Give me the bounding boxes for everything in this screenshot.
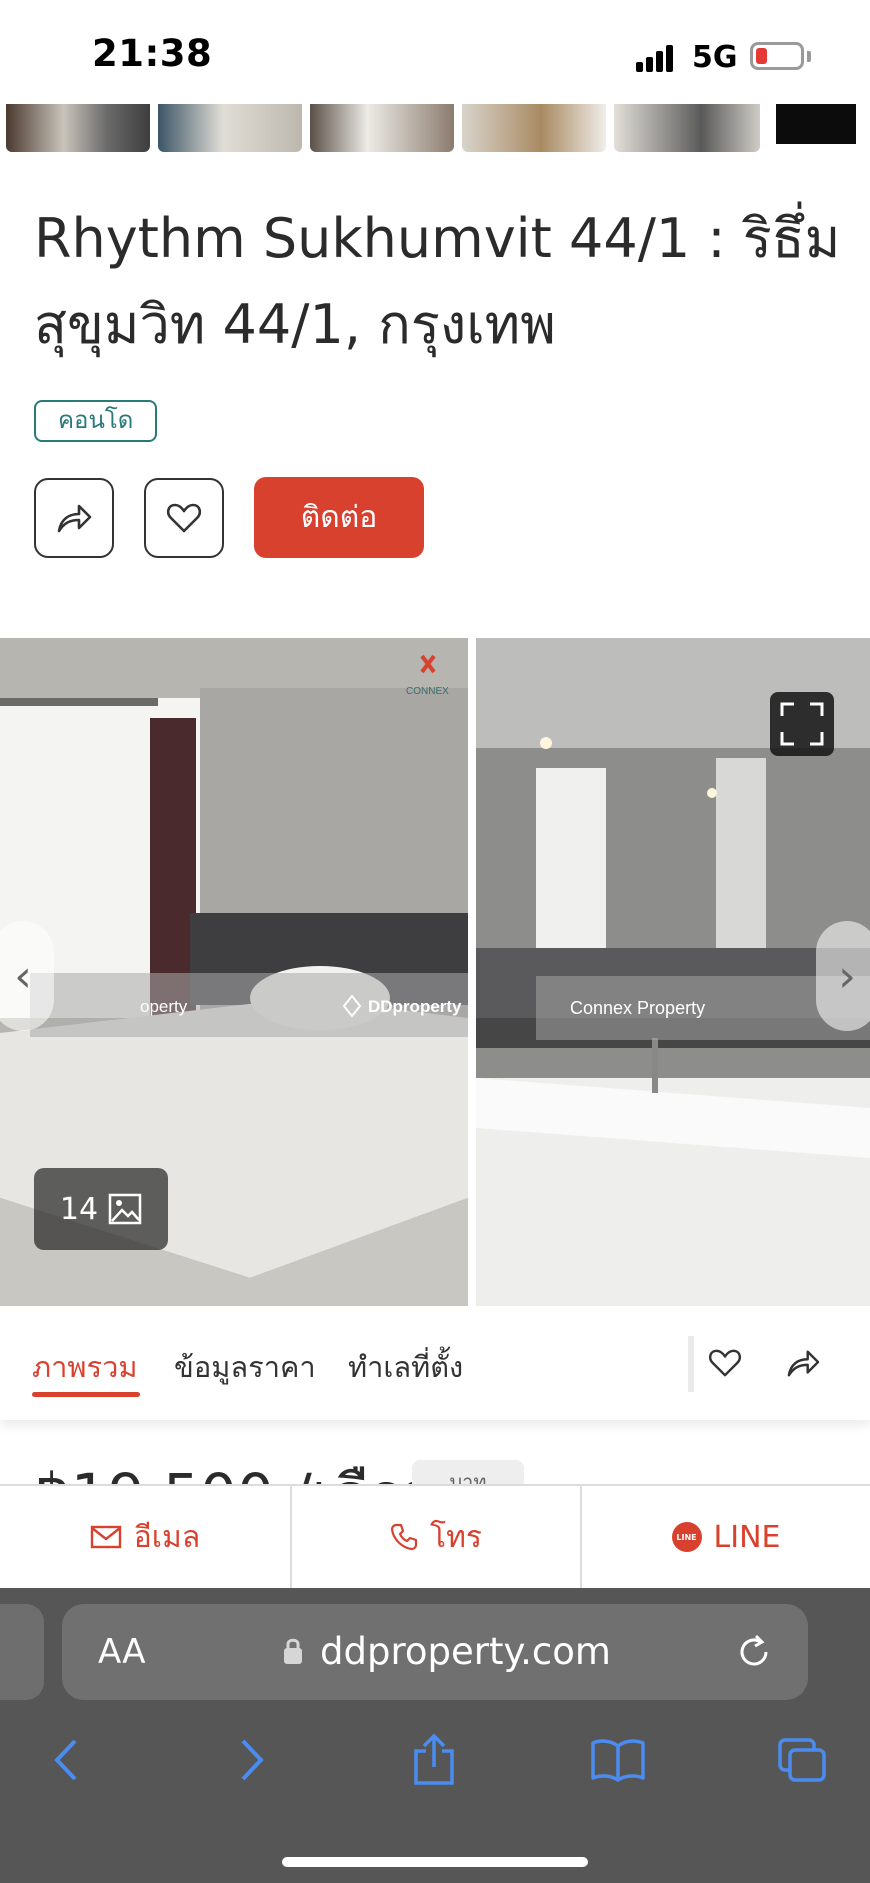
expand-icon [780,702,824,746]
photo-count: 14 [59,1191,99,1227]
home-indicator [282,1857,588,1867]
call-button[interactable]: โทร [292,1486,580,1588]
watermark-connex: Connex Property [570,998,705,1018]
share-sheet-icon [414,1733,454,1785]
heart-icon [166,503,202,533]
tab-location[interactable]: ทำเลที่ตั้ง [348,1344,463,1390]
forward-button[interactable] [222,1730,282,1790]
share-page-button[interactable] [404,1730,464,1790]
signal-icon [636,44,680,72]
favorite-button[interactable] [144,478,224,558]
browser-chrome: AA ddproperty.com [0,1588,870,1883]
price: ฿19,500 /เดือน [34,1448,444,1488]
line-label: LINE [713,1519,781,1555]
thumbnail-strip[interactable] [0,104,870,154]
thumbnail[interactable] [6,104,150,152]
listing-title: Rhythm Sukhumvit 44/1 : ริธึ่ม สุขุมวิท … [34,207,841,356]
lock-icon [284,1638,302,1664]
chevron-right-icon: › [838,950,856,1002]
phone-icon [390,1523,418,1551]
tabs-button[interactable] [772,1730,832,1790]
network-type: 5G [692,40,738,75]
share-button[interactable] [34,478,114,558]
thumbnail[interactable] [776,104,856,144]
tab-divider [688,1336,694,1392]
battery-icon [750,42,804,70]
bedroom-photo[interactable]: operty DDproperty CONNEX 14 [0,638,468,1306]
tab-overview[interactable]: ภาพรวม [32,1344,138,1390]
gallery-icon [108,1193,142,1225]
line-button[interactable]: LINE LINE [582,1486,870,1588]
chevron-left-icon [54,1739,77,1781]
share-icon [57,504,92,533]
call-label: โทร [429,1519,482,1555]
reader-settings-button[interactable]: AA [98,1632,145,1672]
gallery-next-button[interactable]: › [816,921,870,1031]
url-text: ddproperty.com [320,1630,611,1673]
back-button[interactable] [36,1730,96,1790]
thumbnail[interactable] [462,104,606,152]
tab-share-button[interactable] [778,1338,828,1388]
battery-tip [807,51,811,62]
previous-tab-preview[interactable] [0,1604,44,1700]
contact-action-bar: อีเมล โทร LINE LINE [0,1484,870,1588]
section-tabs: ภาพรวม ข้อมูลราคา ทำเลที่ตั้ง [0,1306,870,1420]
heart-icon [709,1349,741,1377]
property-type-badge: คอนโด [34,400,158,442]
thumbnail[interactable] [614,104,760,152]
chevron-right-icon [241,1739,264,1781]
thumbnail[interactable] [158,104,302,152]
watermark-ddproperty: DDproperty [368,997,462,1016]
status-bar: 21:38 5G [0,0,870,104]
watermark-connex-logo: CONNEX [406,686,449,697]
email-button[interactable]: อีเมล [0,1486,290,1588]
active-tab-indicator [32,1392,140,1397]
address-bar[interactable]: AA ddproperty.com [62,1604,808,1700]
mail-icon [90,1525,121,1549]
reload-icon[interactable] [734,1632,774,1672]
bookmarks-button[interactable] [588,1730,648,1790]
status-time: 21:38 [92,32,213,75]
watermark-partial: operty [140,997,188,1016]
line-icon: LINE [671,1522,702,1552]
photo-gallery[interactable]: operty DDproperty CONNEX 14 Connex Prope… [0,638,870,1306]
photo-count-badge[interactable]: 14 [34,1168,168,1250]
tab-favorite-button[interactable] [700,1338,750,1388]
gallery-prev-button[interactable]: ‹ [0,921,54,1031]
thumbnail[interactable] [310,104,454,152]
fullscreen-button[interactable] [770,692,834,756]
contact-button[interactable]: ติดต่อ [254,477,424,558]
share-icon [787,1350,820,1377]
tabs-icon [778,1738,826,1782]
tab-price-info[interactable]: ข้อมูลราคา [174,1344,316,1390]
email-label: อีเมล [133,1519,201,1555]
book-icon [591,1739,645,1782]
chevron-left-icon: ‹ [14,950,32,1002]
